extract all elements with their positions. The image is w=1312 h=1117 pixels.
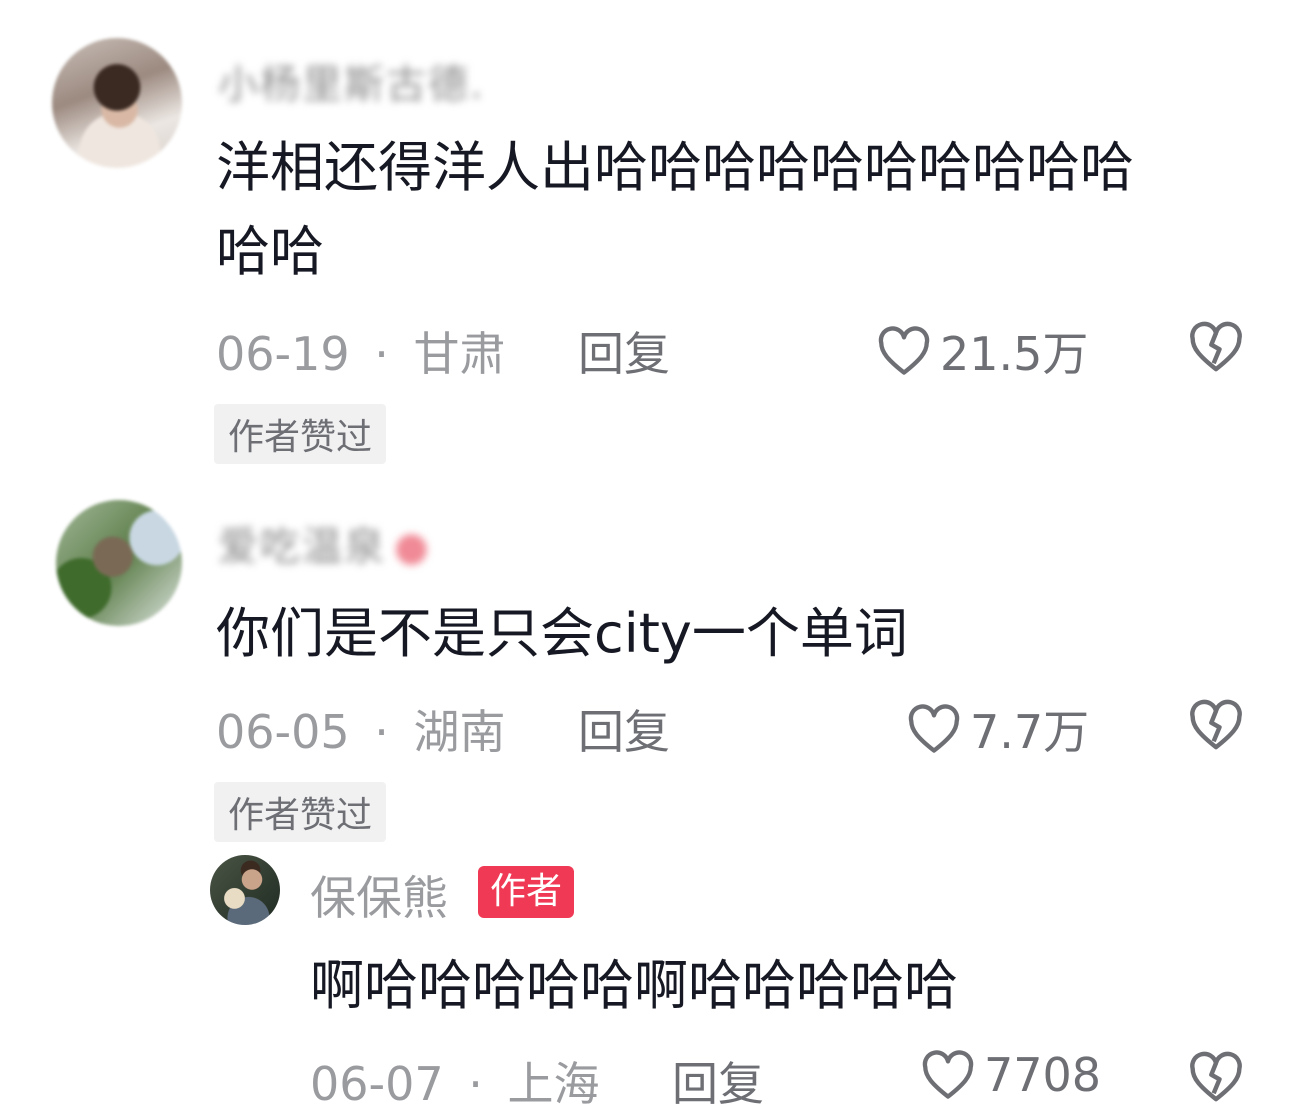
- heart-outline-icon: [878, 326, 930, 375]
- reply-text: 啊哈哈哈哈哈啊哈哈哈哈哈: [310, 954, 958, 1017]
- comment-location: 湖南: [413, 705, 506, 759]
- reply-meta: 06-07 · 上海: [310, 1048, 600, 1114]
- comment-text-line: 哈哈: [216, 220, 324, 283]
- heart-outline-icon: [908, 704, 960, 753]
- like-count: 7.7万: [970, 705, 1090, 759]
- meta-separator: ·: [468, 1057, 483, 1111]
- like-button[interactable]: 7.7万: [906, 696, 1089, 762]
- username[interactable]: 爱吃温泉 ●: [218, 514, 431, 572]
- reply-button[interactable]: 回复: [578, 696, 670, 762]
- avatar[interactable]: [52, 38, 182, 168]
- like-count: 7708: [984, 1048, 1102, 1102]
- comment-text-line: 洋相还得洋人出哈哈哈哈哈哈哈哈哈哈: [216, 136, 1134, 199]
- reply-date: 06-07: [310, 1057, 444, 1111]
- comment-text: 你们是不是只会city一个单词: [216, 602, 908, 665]
- author-badge: 作者: [478, 866, 575, 918]
- broken-heart-icon: [1190, 1051, 1242, 1102]
- dislike-button[interactable]: [1188, 1050, 1244, 1108]
- dislike-button[interactable]: [1188, 698, 1244, 756]
- author-avatar[interactable]: [210, 855, 280, 925]
- avatar[interactable]: [56, 500, 182, 626]
- badge-icon: ●: [394, 524, 431, 570]
- heart-outline-icon: [922, 1050, 974, 1099]
- username-text: 爱吃温泉: [218, 524, 386, 570]
- like-count: 21.5万: [940, 327, 1089, 381]
- comment-text: 洋相还得洋人出哈哈哈哈哈哈哈哈哈哈 哈哈: [216, 126, 1256, 294]
- meta-separator: ·: [374, 705, 389, 759]
- author-liked-tag: 作者赞过: [214, 782, 387, 842]
- like-button[interactable]: 7708: [920, 1048, 1101, 1102]
- comment-meta: 06-19 · 甘肃: [216, 318, 506, 384]
- reply-button[interactable]: 回复: [578, 318, 670, 384]
- comment-date: 06-19: [216, 327, 350, 381]
- username[interactable]: 小杨里斯古德.: [218, 52, 485, 110]
- author-liked-tag: 作者赞过: [214, 404, 387, 464]
- author-username[interactable]: 保保熊: [310, 862, 448, 928]
- comment-location: 甘肃: [413, 327, 506, 381]
- comment-meta: 06-05 · 湖南: [216, 696, 506, 762]
- dislike-button[interactable]: [1188, 320, 1244, 378]
- broken-heart-icon: [1190, 699, 1242, 750]
- meta-separator: ·: [374, 327, 389, 381]
- broken-heart-icon: [1190, 321, 1242, 372]
- reply-button[interactable]: 回复: [672, 1048, 764, 1114]
- reply-location: 上海: [507, 1057, 600, 1111]
- comment-date: 06-05: [216, 705, 350, 759]
- like-button[interactable]: 21.5万: [876, 318, 1088, 384]
